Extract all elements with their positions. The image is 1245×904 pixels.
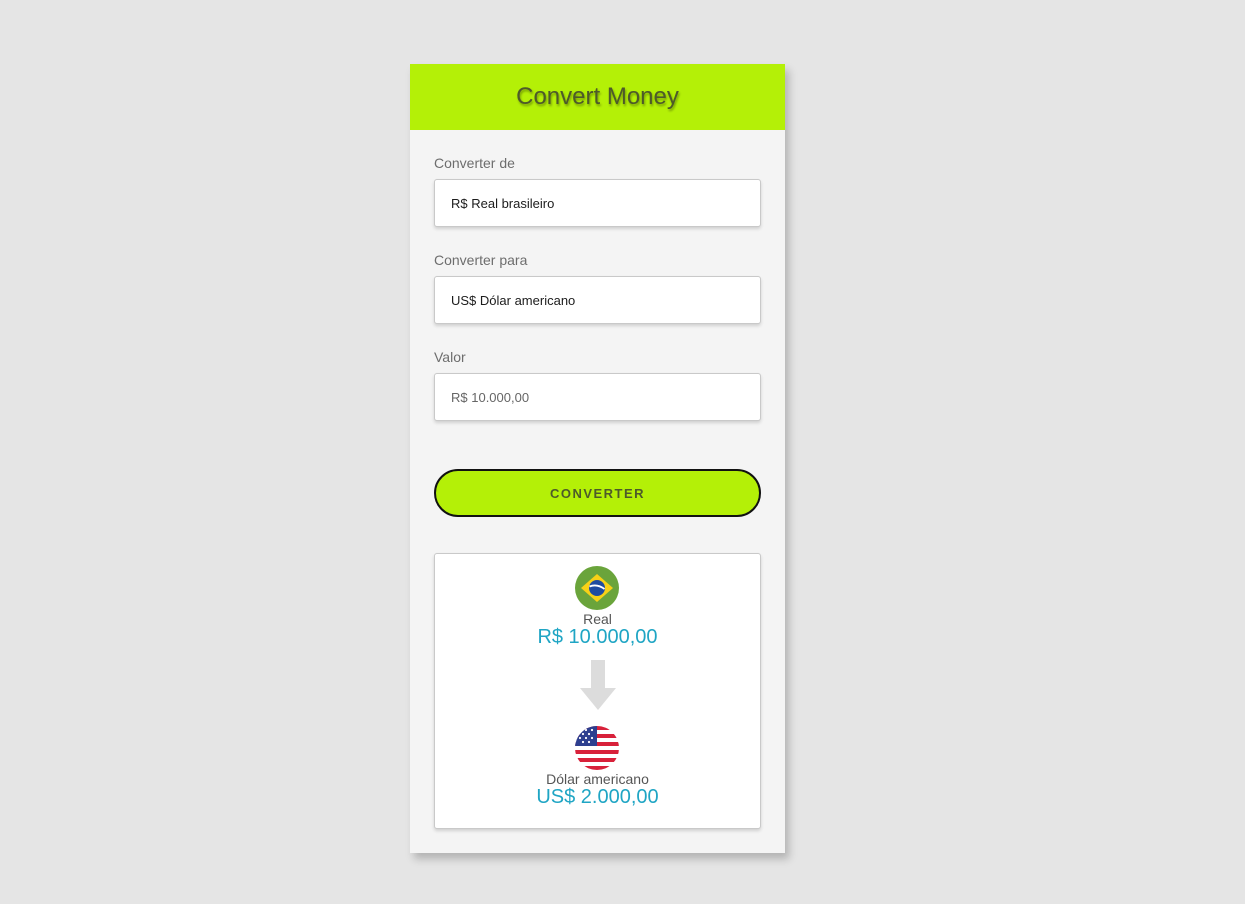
to-currency-label: Converter para <box>434 252 528 268</box>
page-title: Convert Money <box>516 83 679 110</box>
amount-input[interactable] <box>434 373 761 421</box>
convert-button[interactable]: CONVERTER <box>434 469 761 517</box>
from-currency-label: Converter de <box>434 155 515 171</box>
arrow-down-icon <box>580 660 616 710</box>
usa-flag-icon <box>575 726 619 770</box>
header: Convert Money <box>410 64 785 130</box>
to-currency-value: US$ Dólar americano <box>451 292 576 308</box>
from-currency-amount: R$ 10.000,00 <box>537 626 658 648</box>
to-currency-select[interactable]: US$ Dólar americano <box>434 276 761 324</box>
result-box: Real R$ 10.000,00 Dólar americano US$ 2.… <box>434 553 761 829</box>
to-currency-name: Dólar americano <box>546 771 649 787</box>
from-currency-name: Real <box>583 611 612 627</box>
converter-card: Convert Money Converter de R$ Real brasi… <box>410 64 785 853</box>
from-currency-select[interactable]: R$ Real brasileiro <box>434 179 761 227</box>
brazil-flag-icon <box>575 566 619 610</box>
to-currency-amount: US$ 2.000,00 <box>536 786 659 808</box>
from-currency-value: R$ Real brasileiro <box>451 195 555 211</box>
amount-label: Valor <box>434 349 466 365</box>
